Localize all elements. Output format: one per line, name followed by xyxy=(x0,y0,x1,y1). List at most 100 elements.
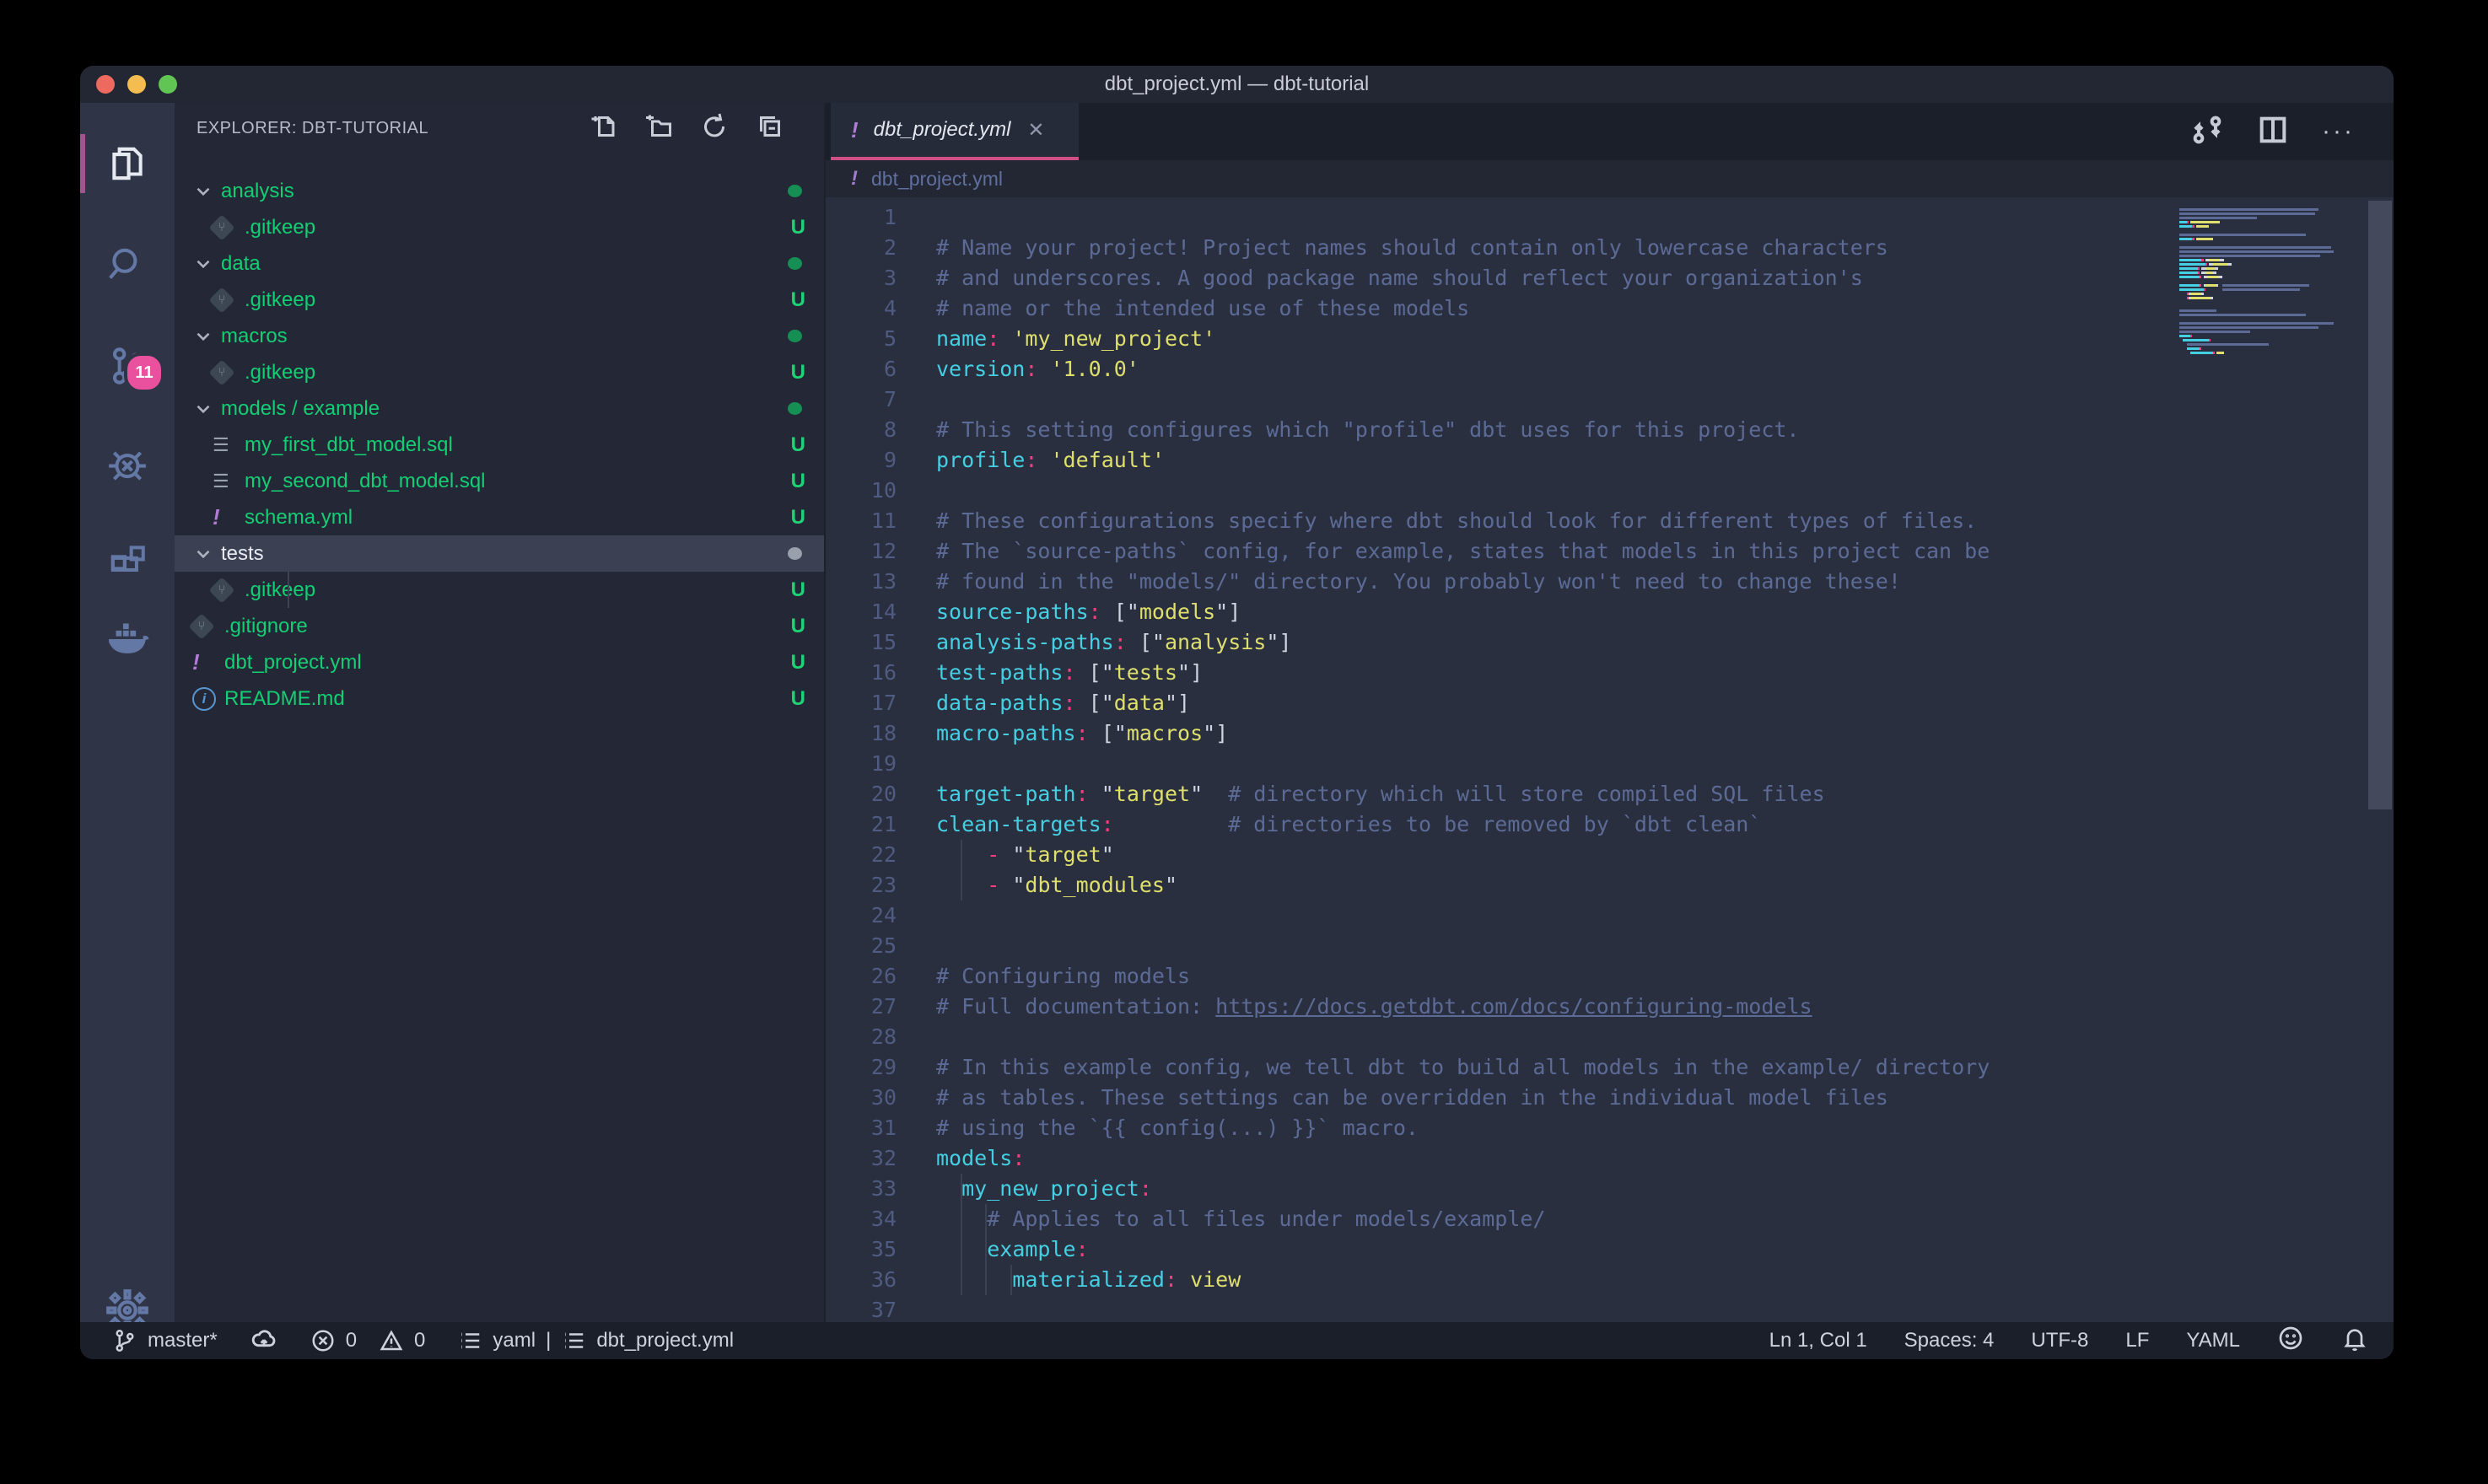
problems-status[interactable]: 0 0 xyxy=(310,1328,426,1353)
docker-icon[interactable] xyxy=(80,592,175,686)
yaml-file-icon: ! xyxy=(851,117,859,143)
explorer-icon[interactable] xyxy=(80,116,175,211)
code-line: - "target" xyxy=(936,840,2208,870)
line-number: 12 xyxy=(826,536,897,567)
new-folder-icon[interactable] xyxy=(644,111,674,146)
sync-changes-icon[interactable] xyxy=(250,1326,278,1355)
tab-bar: ! dbt_project.yml ✕ ··· xyxy=(826,103,2394,160)
line-number: 26 xyxy=(826,961,897,992)
status-bar: master* 0 0 yaml | dbt_project.yml xyxy=(80,1322,2394,1359)
tree-row[interactable]: ☰my_first_dbt_model.sqlU xyxy=(175,427,824,463)
tree-row[interactable]: ☰my_second_dbt_model.sqlU xyxy=(175,463,824,499)
code-line: profile: 'default' xyxy=(936,445,2208,476)
git-modified-dot xyxy=(788,185,802,197)
split-editor-icon[interactable] xyxy=(2256,113,2290,151)
screenshot-stage: dbt_project.yml — dbt-tutorial 11 xyxy=(0,0,2488,1484)
tab-label: dbt_project.yml xyxy=(874,118,1011,142)
tree-item-label: .gitkeep xyxy=(245,361,791,384)
encoding-setting[interactable]: UTF-8 xyxy=(2031,1329,2088,1352)
new-file-icon[interactable] xyxy=(588,111,618,146)
warning-count: 0 xyxy=(414,1329,425,1352)
line-number: 8 xyxy=(826,415,897,445)
line-number: 19 xyxy=(826,749,897,779)
git-branch-status[interactable]: master* xyxy=(112,1328,218,1353)
search-icon[interactable] xyxy=(80,218,175,312)
language-mode[interactable]: YAML xyxy=(2186,1329,2240,1352)
eol-setting[interactable]: LF xyxy=(2125,1329,2149,1352)
status-separator: | xyxy=(546,1329,551,1352)
notifications-bell-icon[interactable] xyxy=(2341,1325,2368,1358)
refresh-icon[interactable] xyxy=(699,111,730,146)
tree-item-label: .gitkeep xyxy=(245,578,791,602)
git-untracked-badge: U xyxy=(791,361,805,384)
code-line xyxy=(936,384,2208,415)
yaml-status-left[interactable]: yaml | dbt_project.yml xyxy=(457,1328,734,1353)
code-line: name: 'my_new_project' xyxy=(936,324,2208,354)
code-line: # This setting configures which "profile… xyxy=(936,415,2208,445)
open-changes-icon[interactable] xyxy=(2190,113,2224,151)
minimap[interactable] xyxy=(2179,204,2336,360)
code-line xyxy=(936,476,2208,506)
tree-row[interactable]: models / example xyxy=(175,390,824,427)
tree-item-label: models / example xyxy=(221,397,788,421)
breadcrumb-label: dbt_project.yml xyxy=(871,168,1003,191)
code-line: source-paths: ["models"] xyxy=(936,597,2208,627)
line-number: 11 xyxy=(826,506,897,536)
indent-guide xyxy=(961,840,962,901)
tree-row[interactable]: ⑂.gitkeepU xyxy=(175,209,824,245)
debug-icon[interactable] xyxy=(80,417,175,512)
code-lines: # Name your project! Project names shoul… xyxy=(936,202,2208,1322)
explorer-title: EXPLORER: DBT-TUTORIAL xyxy=(197,119,588,138)
tree-row[interactable]: ⑂.gitkeepU xyxy=(175,572,824,608)
line-number: 33 xyxy=(826,1174,897,1204)
line-number: 6 xyxy=(826,354,897,384)
tab-dbt-project-yml[interactable]: ! dbt_project.yml ✕ xyxy=(831,103,1079,160)
line-number: 10 xyxy=(826,476,897,506)
chevron-down-icon xyxy=(192,398,221,420)
breadcrumb[interactable]: ! dbt_project.yml xyxy=(826,160,2394,197)
tree-row[interactable]: !dbt_project.ymlU xyxy=(175,644,824,680)
tree-row[interactable]: analysis xyxy=(175,173,824,209)
tree-item-label: dbt_project.yml xyxy=(224,651,791,675)
source-control-icon[interactable]: 11 xyxy=(80,319,175,413)
code-editor[interactable]: 1234567891011121314151617181920212223242… xyxy=(826,197,2394,1322)
explorer-sidebar: EXPLORER: DBT-TUTORIAL analysis ⑂ .gitkeep… xyxy=(175,103,826,1322)
tree-row[interactable]: iREADME.mdU xyxy=(175,680,824,717)
code-line: models: xyxy=(936,1143,2208,1174)
tree-row[interactable]: macros xyxy=(175,318,824,354)
collapse-all-icon[interactable] xyxy=(755,111,785,146)
tree-row[interactable]: ⑂.gitignoreU xyxy=(175,608,824,644)
tree-row[interactable]: !schema.ymlU xyxy=(175,499,824,535)
readme-info-icon: i xyxy=(192,687,216,711)
code-line: # The `source-paths` config, for example… xyxy=(936,536,2208,567)
git-file-icon: ⑂ xyxy=(208,359,234,385)
more-actions-icon[interactable]: ··· xyxy=(2322,123,2355,140)
line-number: 7 xyxy=(826,384,897,415)
yaml-file-icon: ! xyxy=(851,167,858,191)
code-line: - "dbt_modules" xyxy=(936,870,2208,901)
code-line: # as tables. These settings can be overr… xyxy=(936,1083,2208,1113)
tree-row[interactable]: data xyxy=(175,245,824,282)
git-modified-dot xyxy=(788,330,802,342)
code-line xyxy=(936,749,2208,779)
line-number: 23 xyxy=(826,870,897,901)
tree-row[interactable]: ⑂.gitkeepU xyxy=(175,282,824,318)
close-tab-icon[interactable]: ✕ xyxy=(1027,118,1044,142)
cursor-position[interactable]: Ln 1, Col 1 xyxy=(1769,1329,1867,1352)
code-line: # In this example config, we tell dbt to… xyxy=(936,1052,2208,1083)
line-number: 5 xyxy=(826,324,897,354)
line-number: 29 xyxy=(826,1052,897,1083)
tree-row[interactable]: tests xyxy=(175,535,824,572)
vscode-window: dbt_project.yml — dbt-tutorial 11 xyxy=(80,66,2394,1359)
error-count: 0 xyxy=(346,1329,357,1352)
code-line: version: '1.0.0' xyxy=(936,354,2208,384)
code-line: # found in the "models/" directory. You … xyxy=(936,567,2208,597)
feedback-smiley-icon[interactable] xyxy=(2277,1325,2304,1358)
status-file-label: dbt_project.yml xyxy=(596,1329,734,1352)
code-line: # and underscores. A good package name s… xyxy=(936,263,2208,293)
git-untracked-badge: U xyxy=(791,506,805,530)
editor-scrollbar[interactable] xyxy=(2368,201,2392,809)
line-number: 25 xyxy=(826,931,897,961)
indentation-setting[interactable]: Spaces: 4 xyxy=(1904,1329,1995,1352)
tree-row[interactable]: ⑂ .gitkeepU xyxy=(175,354,824,390)
